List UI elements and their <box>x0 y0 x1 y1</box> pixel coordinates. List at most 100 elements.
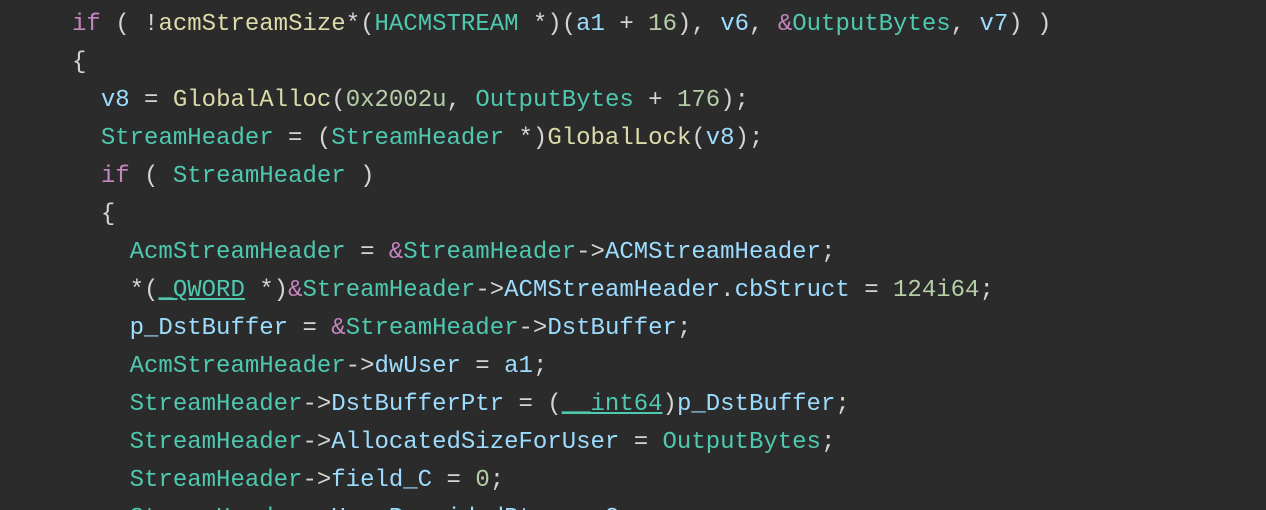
num-0x2002u: 0x2002u <box>346 87 447 114</box>
punct: ( <box>101 11 144 38</box>
punct: *) <box>504 125 547 152</box>
punct: + <box>634 87 677 114</box>
field-dwUser: dwUser <box>374 353 460 380</box>
punct: ) <box>663 391 677 418</box>
punct: ( <box>130 163 173 190</box>
field-AllocatedSizeForUser: AllocatedSizeForUser <box>331 429 619 456</box>
punct: -> <box>519 315 548 342</box>
id-a1: a1 <box>504 353 533 380</box>
keyword-if: if <box>72 11 101 38</box>
punct: *) <box>245 277 288 304</box>
id-StreamHeader: StreamHeader <box>101 125 274 152</box>
punct: + <box>605 11 648 38</box>
field-cbStruct: cbStruct <box>735 277 850 304</box>
punct: ; <box>821 239 835 266</box>
punct: -> <box>346 353 375 380</box>
punct: -> <box>475 277 504 304</box>
brace-open: { <box>101 201 115 228</box>
punct: ) <box>346 163 375 190</box>
op-not: ! <box>144 11 158 38</box>
num-0: 0 <box>475 467 489 494</box>
op-addr: & <box>389 239 403 266</box>
field-DstBufferPtr: DstBufferPtr <box>331 391 504 418</box>
punct: -> <box>302 505 331 510</box>
id-StreamHeader: StreamHeader <box>130 467 303 494</box>
punct: ); <box>720 87 749 114</box>
id-v8: v8 <box>101 87 130 114</box>
fn-GlobalAlloc: GlobalAlloc <box>173 87 331 114</box>
punct: ; <box>490 467 504 494</box>
punct: = <box>461 353 504 380</box>
punct: ; <box>835 391 849 418</box>
id-p_DstBuffer: p_DstBuffer <box>130 315 288 342</box>
fn-acmStreamSize: acmStreamSize <box>158 11 345 38</box>
keyword-if: if <box>101 163 130 190</box>
punct: = <box>850 277 893 304</box>
punct: ; <box>533 353 547 380</box>
id-StreamHeader: StreamHeader <box>130 391 303 418</box>
id-OutputBytes: OutputBytes <box>663 429 821 456</box>
fn-GlobalLock: GlobalLock <box>547 125 691 152</box>
id-v6: v6 <box>720 11 749 38</box>
punct: *( <box>346 11 375 38</box>
punct: -> <box>302 429 331 456</box>
op-addr: & <box>331 315 345 342</box>
punct: ) ) <box>1008 11 1051 38</box>
op-addr: & <box>778 11 792 38</box>
punct: *( <box>130 277 159 304</box>
num-176: 176 <box>677 87 720 114</box>
punct: = <box>547 505 590 510</box>
id-p_DstBuffer: p_DstBuffer <box>677 391 835 418</box>
punct: = <box>130 87 173 114</box>
punct: , <box>951 11 980 38</box>
field-field_C: field_C <box>331 467 432 494</box>
type-int64: __int64 <box>562 391 663 418</box>
id-v7: v7 <box>979 11 1008 38</box>
field-ACMStreamHeader: ACMStreamHeader <box>504 277 720 304</box>
field-DstBuffer: DstBuffer <box>547 315 677 342</box>
decompiler-code-block: if ( !acmStreamSize*(HACMSTREAM *)(a1 + … <box>0 0 1266 510</box>
punct: . <box>720 277 734 304</box>
punct: = <box>432 467 475 494</box>
field-UserProvidedPtr: UserProvidedPtr <box>331 505 547 510</box>
id-StreamHeader: StreamHeader <box>403 239 576 266</box>
punct: , <box>447 87 476 114</box>
punct: , <box>749 11 778 38</box>
punct: ; <box>821 429 835 456</box>
id-AcmStreamHeader: AcmStreamHeader <box>130 239 346 266</box>
id-OutputBytes: OutputBytes <box>475 87 633 114</box>
punct: ( <box>331 87 345 114</box>
punct: -> <box>576 239 605 266</box>
punct: = ( <box>274 125 332 152</box>
id-a1: a1 <box>576 11 605 38</box>
punct: = <box>346 239 389 266</box>
punct: = <box>619 429 662 456</box>
punct: = ( <box>504 391 562 418</box>
id-StreamHeader: StreamHeader <box>302 277 475 304</box>
type-HACMSTREAM: HACMSTREAM <box>375 11 519 38</box>
punct: = <box>288 315 331 342</box>
type-QWORD: _QWORD <box>158 277 244 304</box>
brace-open: { <box>72 49 86 76</box>
id-StreamHeader: StreamHeader <box>346 315 519 342</box>
id-OutputBytes: OutputBytes <box>792 11 950 38</box>
punct: ), <box>677 11 720 38</box>
punct: -> <box>302 467 331 494</box>
op-addr: & <box>288 277 302 304</box>
punct: ); <box>735 125 764 152</box>
field-ACMStreamHeader: ACMStreamHeader <box>605 239 821 266</box>
id-StreamHeader: StreamHeader <box>130 429 303 456</box>
punct: ; <box>979 277 993 304</box>
id-AcmStreamHeader: AcmStreamHeader <box>130 353 346 380</box>
num-16: 16 <box>648 11 677 38</box>
punct: ; <box>619 505 633 510</box>
punct: *)( <box>519 11 577 38</box>
id-StreamHeader: StreamHeader <box>130 505 303 510</box>
type-StreamHeader: StreamHeader <box>331 125 504 152</box>
punct: ; <box>677 315 691 342</box>
punct: -> <box>302 391 331 418</box>
punct: ( <box>691 125 705 152</box>
id-StreamHeader: StreamHeader <box>173 163 346 190</box>
num-124i64: 124i64 <box>893 277 979 304</box>
id-a2: a2 <box>591 505 620 510</box>
